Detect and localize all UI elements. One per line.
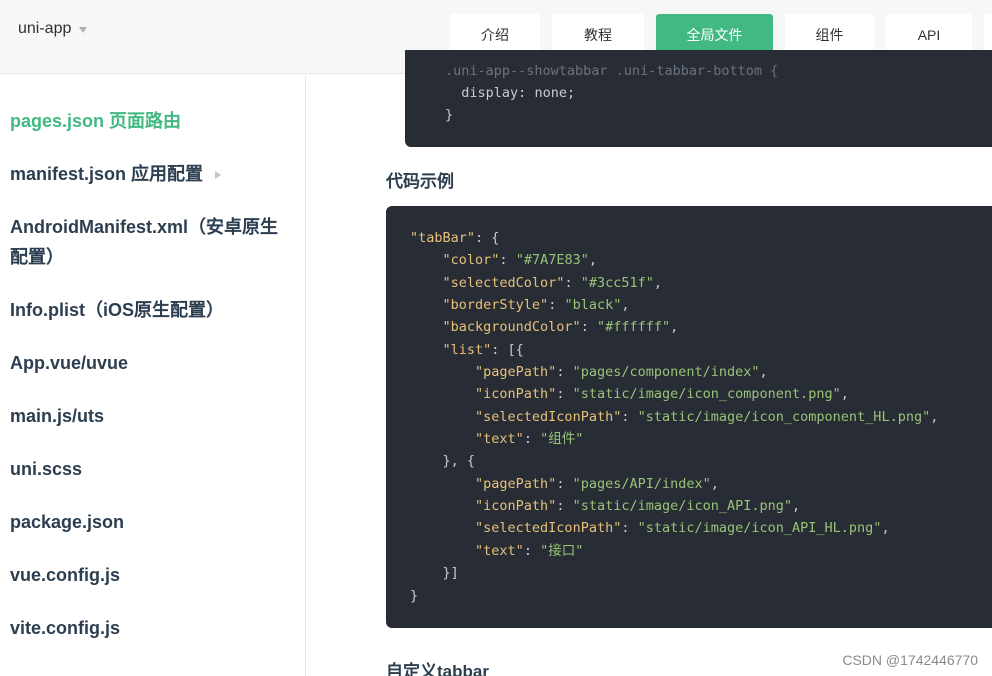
sidebar-item-vue-config[interactable]: vue.config.js — [10, 560, 120, 590]
section-heading-example: 代码示例 — [386, 172, 454, 191]
code-block-example: "tabBar": { "color": "#7A7E83", "selecte… — [386, 206, 992, 628]
code-string: "pages/API/index" — [572, 475, 711, 492]
code-key: "backgroundColor" — [442, 319, 581, 336]
brand-switcher[interactable]: uni-app — [18, 20, 88, 38]
nav-tab-api[interactable]: API — [886, 14, 972, 55]
code-key: "selectedIconPath" — [475, 520, 622, 537]
code-string: "接口" — [540, 542, 584, 559]
code-string: "static/image/icon_API.png" — [572, 498, 793, 515]
code-block-top: .uni-app--showtabbar .uni-tabbar-bottom … — [405, 50, 992, 147]
code-string: "static/image/icon_component.png" — [572, 386, 841, 403]
watermark: CSDN @1742446770 — [842, 652, 978, 668]
section-heading-custom-tabbar: 自定义tabbar — [386, 662, 489, 676]
sidebar-item-vite-config[interactable]: vite.config.js — [10, 613, 120, 643]
code-key: "pagePath" — [475, 475, 557, 492]
chevron-right-icon — [215, 171, 222, 180]
nav-tab-more[interactable] — [984, 14, 992, 55]
code-string: "#7A7E83" — [515, 252, 589, 269]
caret-down-icon — [79, 27, 88, 33]
sidebar-item-main-js[interactable]: main.js/uts — [10, 401, 104, 431]
code-string: "#ffffff" — [596, 319, 671, 336]
code-key: "borderStyle" — [442, 297, 549, 314]
code-key: "iconPath" — [475, 498, 557, 515]
nav-tab-global-files[interactable]: 全局文件 — [656, 14, 773, 55]
sidebar-item-uni-scss[interactable]: uni.scss — [10, 454, 82, 484]
code-string: "static/image/icon_API_HL.png" — [637, 520, 882, 537]
code-string: "black" — [564, 297, 622, 314]
sidebar-item-android-manifest[interactable]: AndroidManifest.xml（安卓原生配置） — [10, 212, 290, 272]
code-key: "color" — [442, 252, 500, 269]
code-key: "list" — [442, 341, 492, 358]
nav-tab-intro[interactable]: 介绍 — [450, 14, 540, 55]
code-key: "text" — [475, 431, 524, 448]
brand-name: uni-app — [18, 20, 72, 37]
main-nav: 介绍 教程 全局文件 组件 API — [450, 14, 992, 55]
code-key: "tabBar" — [410, 230, 476, 246]
code-value: none — [534, 85, 567, 101]
code-string: "pages/component/index" — [572, 364, 760, 381]
code-string: "static/image/icon_component_HL.png" — [637, 408, 931, 425]
sidebar-item-pages-json[interactable]: pages.json 页面路由 — [10, 106, 181, 136]
code-key: "selectedIconPath" — [475, 408, 622, 425]
sidebar-item-label: manifest.json 应用配置 — [10, 164, 204, 184]
sidebar-item-info-plist[interactable]: Info.plist（iOS原生配置） — [10, 295, 224, 325]
code-brace: } — [445, 107, 454, 124]
nav-tab-components[interactable]: 组件 — [785, 14, 874, 55]
sidebar-item-package-json[interactable]: package.json — [10, 507, 124, 537]
code-prop: display — [461, 85, 519, 101]
code-key: "pagePath" — [475, 364, 557, 381]
code-string: "#3cc51f" — [580, 274, 654, 291]
sidebar-item-app-vue[interactable]: App.vue/uvue — [10, 348, 128, 378]
code-string: "组件" — [540, 431, 584, 448]
code-line-partial: .uni-app--showtabbar .uni-tabbar-bottom … — [445, 63, 779, 79]
code-key: "selectedColor" — [442, 274, 565, 291]
sidebar-item-manifest-json[interactable]: manifest.json 应用配置 — [10, 159, 222, 189]
code-key: "text" — [475, 542, 524, 559]
nav-tab-tutorial[interactable]: 教程 — [552, 14, 644, 55]
code-key: "iconPath" — [475, 386, 557, 403]
